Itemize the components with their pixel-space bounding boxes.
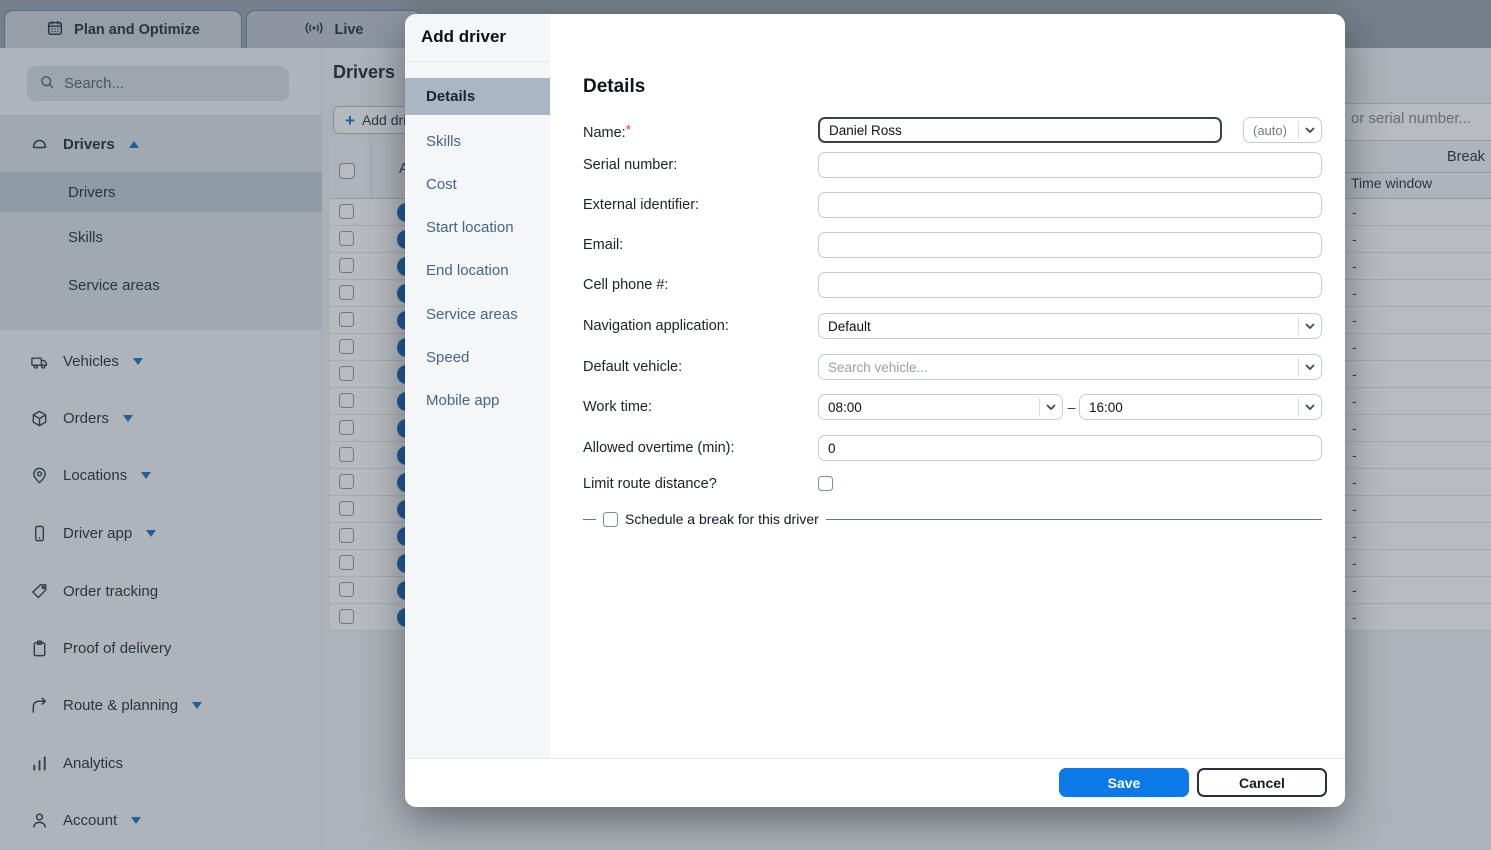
modal-nav-mobile-app[interactable]: Mobile app bbox=[405, 384, 550, 418]
modal-nav-cost[interactable]: Cost bbox=[405, 168, 550, 202]
work-time-dash: – bbox=[1064, 394, 1079, 420]
selected-value: 16:00 bbox=[1080, 400, 1298, 415]
modal-title: Add driver bbox=[421, 27, 506, 47]
limit-route-distance-label: Limit route distance? bbox=[583, 471, 717, 497]
cell-phone-label: Cell phone #: bbox=[583, 272, 668, 298]
work-time-start-select[interactable]: 08:00 bbox=[818, 394, 1063, 420]
serial-number-input[interactable] bbox=[818, 152, 1322, 178]
vehicle-placeholder: Search vehicle... bbox=[819, 360, 1298, 375]
navigation-application-label: Navigation application: bbox=[583, 313, 729, 339]
modal-nav-start-location[interactable]: Start location bbox=[405, 211, 550, 245]
allowed-overtime-label: Allowed overtime (min): bbox=[583, 435, 735, 461]
legend-line bbox=[583, 519, 596, 520]
modal-nav-speed[interactable]: Speed bbox=[405, 341, 550, 375]
schedule-break-legend: Schedule a break for this driver bbox=[583, 511, 1322, 527]
modal-nav-service-areas[interactable]: Service areas bbox=[405, 298, 550, 332]
schedule-break-checkbox[interactable] bbox=[603, 512, 618, 527]
cancel-button[interactable]: Cancel bbox=[1197, 768, 1327, 797]
cell-phone-input[interactable] bbox=[818, 272, 1322, 298]
app-root: { "tabs": { "plan": "Plan and Optimize",… bbox=[0, 0, 1491, 850]
external-identifier-input[interactable] bbox=[818, 192, 1322, 218]
modal-nav-end-location[interactable]: End location bbox=[405, 254, 550, 288]
required-asterisk: * bbox=[626, 122, 631, 137]
selected-value: 08:00 bbox=[819, 400, 1039, 415]
chevron-down-icon bbox=[1299, 127, 1321, 133]
limit-route-distance-checkbox[interactable] bbox=[818, 476, 833, 491]
chevron-down-icon bbox=[1299, 323, 1321, 329]
selected-value: Default bbox=[819, 319, 1298, 334]
schedule-break-label: Schedule a break for this driver bbox=[625, 511, 819, 527]
modal-footer-divider bbox=[405, 758, 1345, 759]
allowed-overtime-input[interactable] bbox=[818, 435, 1322, 461]
modal-nav-details[interactable]: Details bbox=[405, 78, 550, 115]
chevron-down-icon bbox=[1299, 364, 1321, 370]
default-vehicle-select[interactable]: Search vehicle... bbox=[818, 354, 1322, 380]
name-auto-select[interactable]: (auto) bbox=[1243, 117, 1322, 143]
default-vehicle-label: Default vehicle: bbox=[583, 354, 682, 380]
details-section-heading: Details bbox=[583, 76, 645, 98]
auto-option-label: (auto) bbox=[1244, 123, 1298, 138]
chevron-down-icon bbox=[1299, 404, 1321, 410]
navigation-application-select[interactable]: Default bbox=[818, 313, 1322, 339]
work-time-end-select[interactable]: 16:00 bbox=[1079, 394, 1322, 420]
work-time-label: Work time: bbox=[583, 394, 652, 420]
chevron-down-icon bbox=[1040, 404, 1062, 410]
name-label: Name:* bbox=[583, 117, 631, 143]
serial-number-label: Serial number: bbox=[583, 152, 677, 178]
save-button[interactable]: Save bbox=[1059, 768, 1189, 797]
modal-title-divider bbox=[405, 61, 550, 62]
modal-nav-skills[interactable]: Skills bbox=[405, 125, 550, 159]
external-identifier-label: External identifier: bbox=[583, 192, 699, 218]
add-driver-modal: Add driver Details Skills Cost Start loc… bbox=[405, 14, 1345, 807]
email-label: Email: bbox=[583, 232, 623, 258]
modal-nav-panel: Add driver Details Skills Cost Start loc… bbox=[405, 14, 550, 758]
name-input[interactable] bbox=[818, 117, 1222, 143]
email-input[interactable] bbox=[818, 232, 1322, 258]
legend-line bbox=[826, 519, 1322, 520]
